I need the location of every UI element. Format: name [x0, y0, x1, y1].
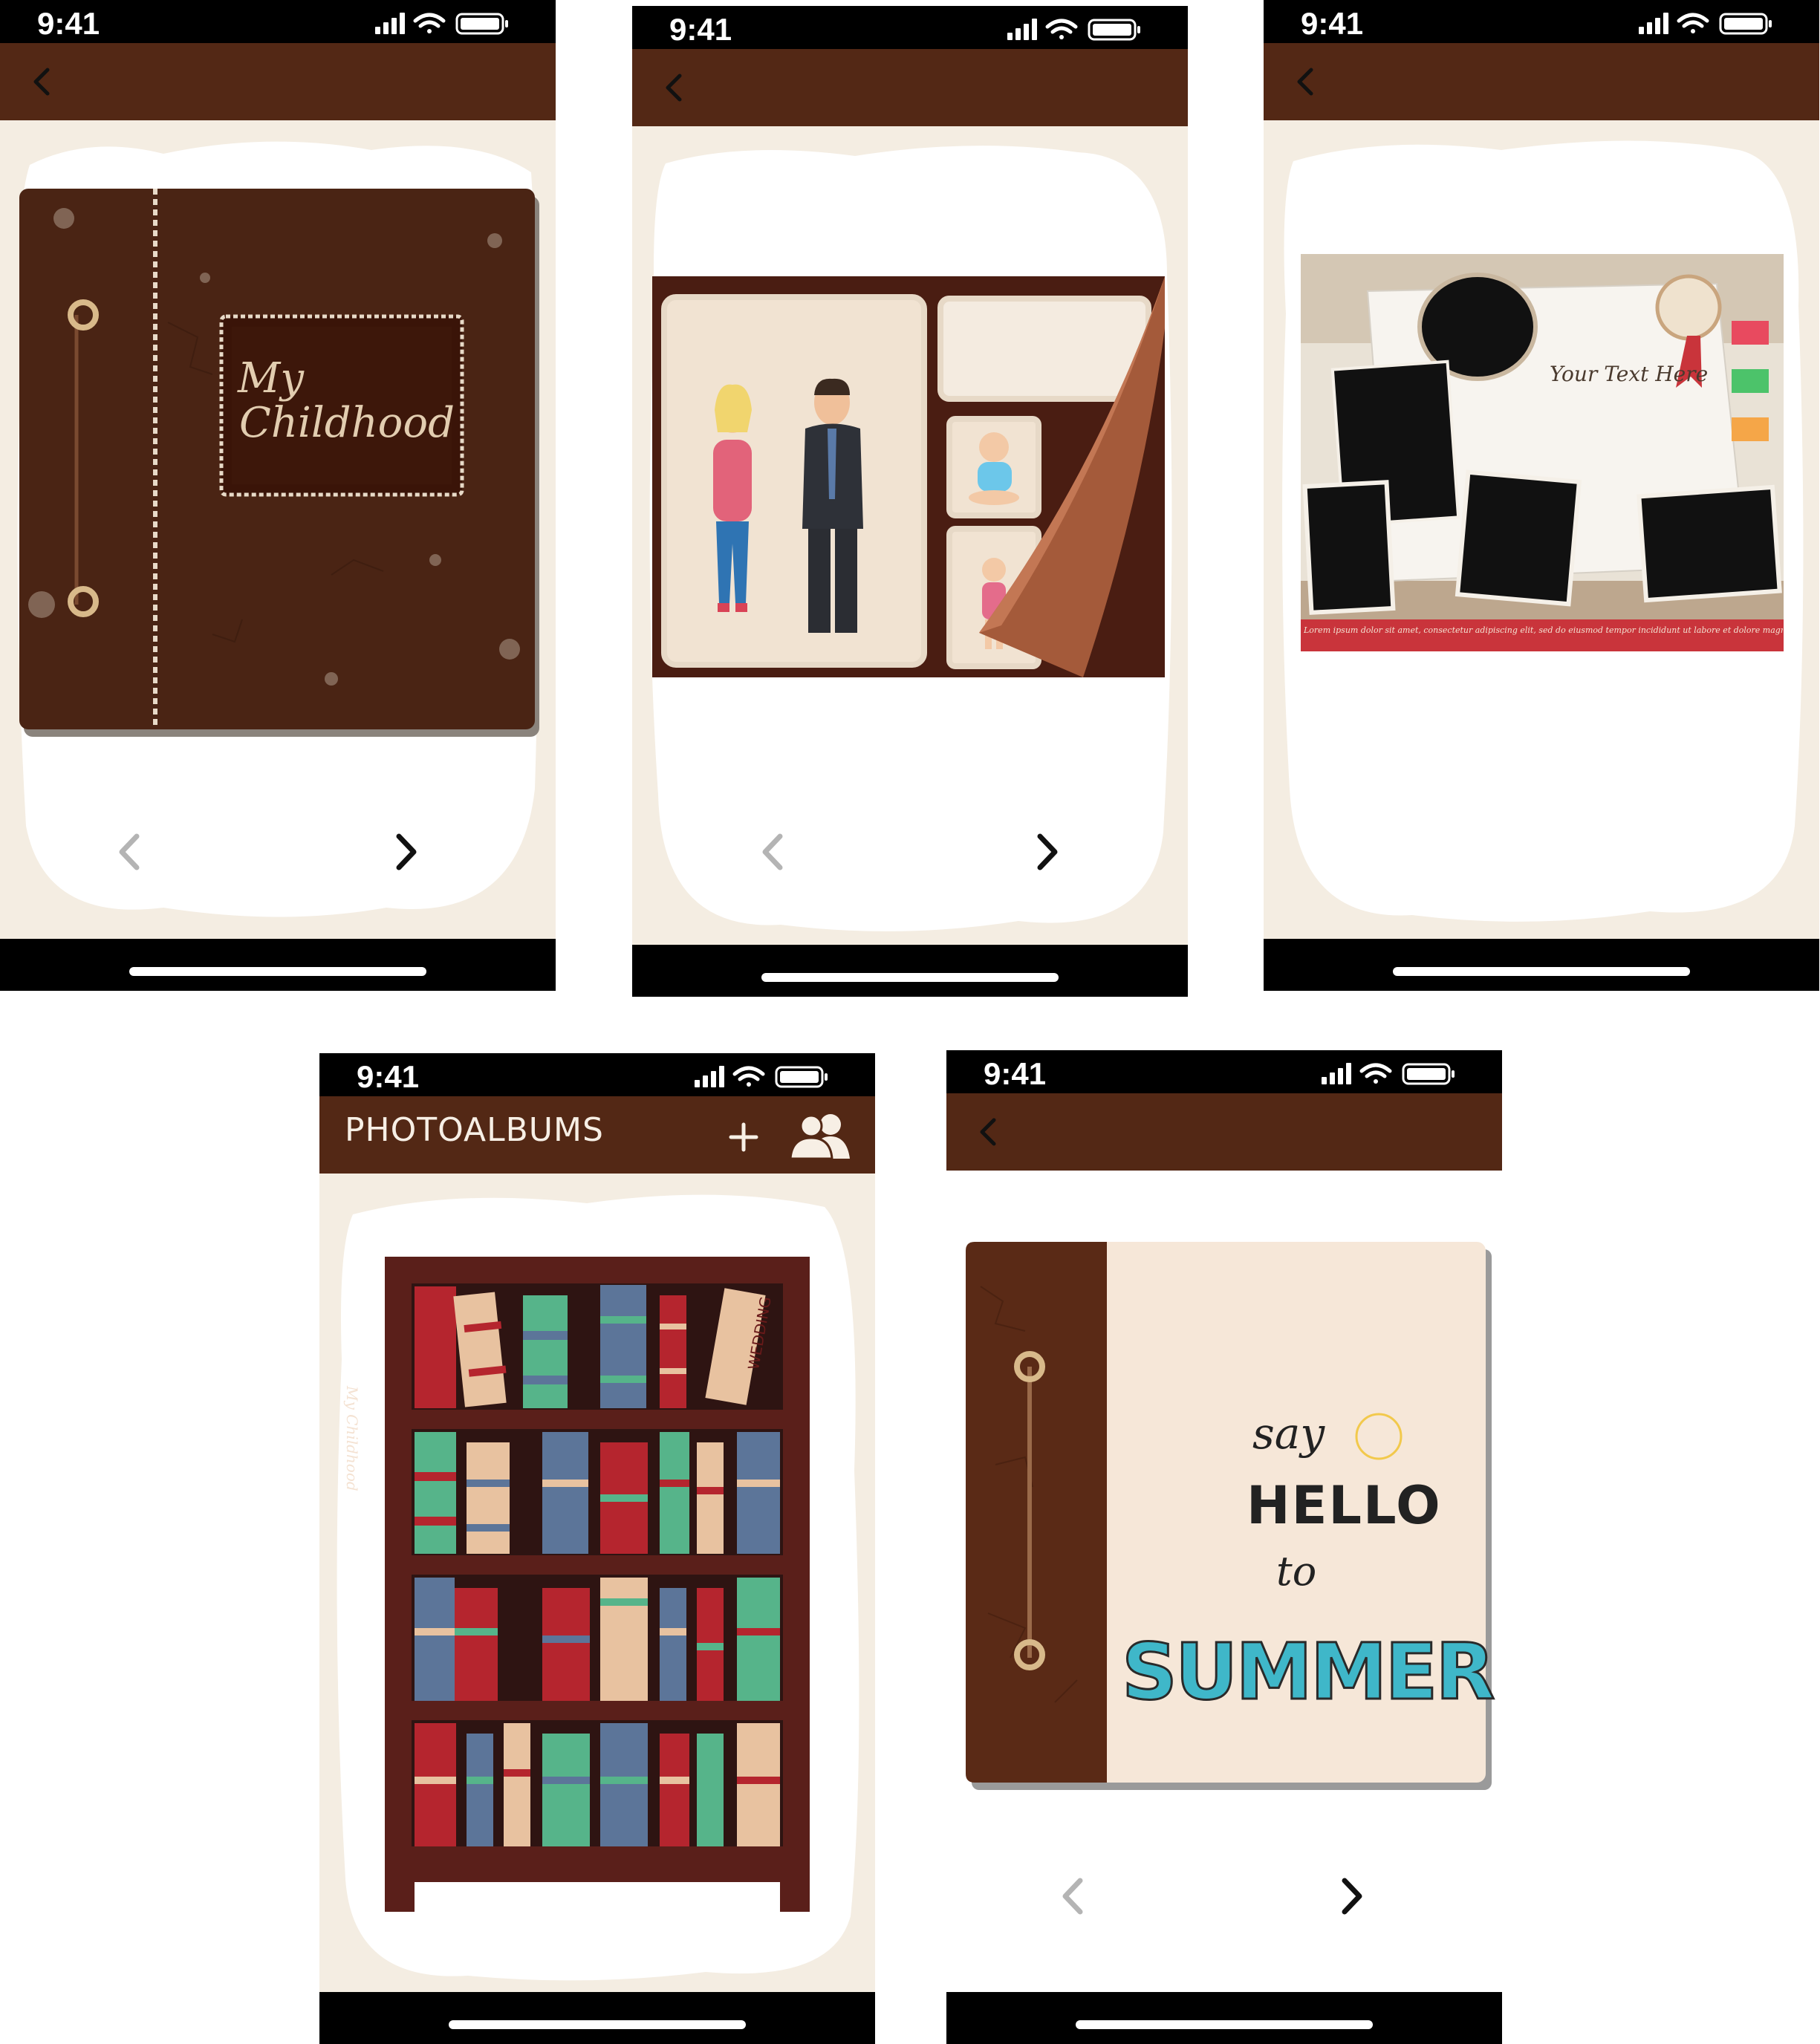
spine-my-childhood: My Childhood: [343, 1386, 361, 1491]
prev-page-button[interactable]: [752, 826, 796, 878]
summer-line-hello: HELLO: [1247, 1475, 1442, 1536]
status-time: 9:41: [37, 6, 100, 41]
summer-line-say: say: [1252, 1408, 1325, 1459]
status-bar: 9:41: [1264, 0, 1819, 43]
next-page-button[interactable]: [1328, 1870, 1373, 1922]
home-indicator-bar: [0, 939, 556, 991]
battery-icon: [1088, 19, 1140, 41]
status-bar: 9:41: [632, 6, 1188, 49]
chevron-left-icon: [1062, 1878, 1083, 1915]
back-button[interactable]: [656, 67, 693, 108]
home-indicator-bar: [1264, 939, 1819, 991]
page-title: PHOTOALBUMS: [345, 1111, 604, 1149]
chevron-right-icon: [1037, 833, 1058, 870]
status-icons: [1007, 19, 1140, 41]
album-page: say HELLO to SUMMER: [946, 1171, 1502, 1992]
next-page-button[interactable]: [1024, 826, 1068, 878]
top-nav-bar: [632, 49, 1188, 126]
chevron-left-icon: [666, 74, 682, 102]
status-time: 9:41: [357, 1059, 420, 1094]
album-library: My Childhood WEDDING: [319, 1174, 875, 1992]
photo-slot-empty[interactable]: [937, 296, 1151, 402]
template-footer-lorem: Lorem ipsum dolor sit amet, consectetur …: [1304, 625, 1783, 635]
status-icons: [375, 13, 508, 35]
screen-photoalbums: 9:41 PHOTOALBUMS My Childhood WEDDING: [319, 1053, 875, 2044]
friends-button[interactable]: [784, 1110, 859, 1162]
home-indicator[interactable]: [1076, 2020, 1373, 2029]
album-my-childhood[interactable]: [415, 1286, 456, 1408]
home-indicator[interactable]: [761, 973, 1059, 982]
status-icons: [1322, 1063, 1455, 1085]
prev-page-button[interactable]: [108, 826, 153, 878]
photo-slot-3[interactable]: [1455, 469, 1582, 607]
battery-icon: [1402, 1063, 1455, 1085]
album-cover[interactable]: [19, 189, 539, 738]
home-indicator-bar: [319, 1992, 875, 2044]
status-bar: 9:41: [946, 1050, 1502, 1093]
screen-summer-album: 9:41 say HELLO to SUMMER: [946, 1050, 1502, 2044]
back-button[interactable]: [1287, 61, 1325, 102]
signal-icon: [1007, 19, 1037, 40]
home-indicator[interactable]: [1393, 967, 1690, 976]
summer-line-summer: SUMMER: [1120, 1626, 1495, 1719]
screen-album-pages: 9:41: [632, 6, 1188, 997]
status-time: 9:41: [984, 1056, 1047, 1091]
chevron-right-icon: [396, 833, 417, 870]
home-indicator[interactable]: [129, 967, 426, 976]
status-icons: [1639, 13, 1772, 35]
signal-icon: [375, 13, 405, 34]
scrapbook-template[interactable]: [1301, 254, 1784, 651]
battery-icon: [455, 13, 508, 35]
cover-title-line2: Childhood: [239, 399, 455, 447]
chevron-left-icon: [980, 1118, 996, 1146]
back-button[interactable]: [970, 1111, 1007, 1153]
signal-icon: [1322, 1063, 1351, 1084]
users-icon: [789, 1114, 850, 1160]
next-page-button[interactable]: [383, 826, 427, 878]
home-indicator[interactable]: [449, 2020, 746, 2029]
chevron-left-icon: [33, 68, 50, 96]
photo-slot-4[interactable]: [1637, 484, 1782, 603]
wifi-icon: [1359, 1063, 1392, 1084]
wifi-icon: [1045, 19, 1078, 39]
cover-title-line1: My: [238, 354, 304, 403]
home-indicator-bar: [946, 1992, 1502, 2044]
screen-album-template: 9:41 Your Text Here Lorem ipsum dolor si…: [1264, 0, 1819, 991]
summer-line-to: to: [1276, 1548, 1317, 1595]
plus-icon: [729, 1122, 758, 1152]
signal-icon: [695, 1066, 724, 1087]
stamp-seal: [1655, 274, 1722, 341]
chevron-left-icon: [119, 833, 140, 870]
top-nav-bar: [0, 43, 556, 120]
album-page: [632, 126, 1188, 945]
top-nav-bar: [946, 1093, 1502, 1171]
chevron-left-icon: [1297, 68, 1313, 96]
album-page: My Childhood: [0, 120, 556, 939]
status-bar: 9:41: [0, 0, 556, 43]
chevron-left-icon: [762, 833, 783, 870]
chevron-right-icon: [1342, 1878, 1362, 1915]
screen-album-cover: 9:41 My Childhood: [0, 0, 556, 991]
signal-icon: [1639, 13, 1668, 34]
home-indicator-bar: [632, 945, 1188, 997]
photo-slot-2[interactable]: [1302, 480, 1396, 615]
wifi-icon: [1677, 13, 1709, 33]
status-time: 9:41: [1301, 6, 1364, 41]
battery-icon: [1719, 13, 1772, 35]
add-album-button[interactable]: [725, 1119, 762, 1156]
prev-page-button[interactable]: [1052, 1870, 1096, 1922]
back-button[interactable]: [24, 61, 61, 102]
top-nav-bar: PHOTOALBUMS: [319, 1096, 875, 1174]
album-page: Your Text Here Lorem ipsum dolor sit ame…: [1264, 120, 1819, 939]
battery-icon: [775, 1066, 828, 1088]
top-nav-bar: [1264, 43, 1819, 120]
status-icons: [695, 1066, 828, 1088]
wifi-icon: [732, 1066, 765, 1087]
photo-slot-large[interactable]: [661, 294, 927, 668]
open-album-spread[interactable]: [652, 276, 1165, 677]
wifi-icon: [413, 13, 446, 33]
status-time: 9:41: [669, 12, 732, 47]
status-bar: 9:41: [319, 1053, 875, 1096]
template-text-placeholder[interactable]: Your Text Here: [1550, 362, 1708, 386]
